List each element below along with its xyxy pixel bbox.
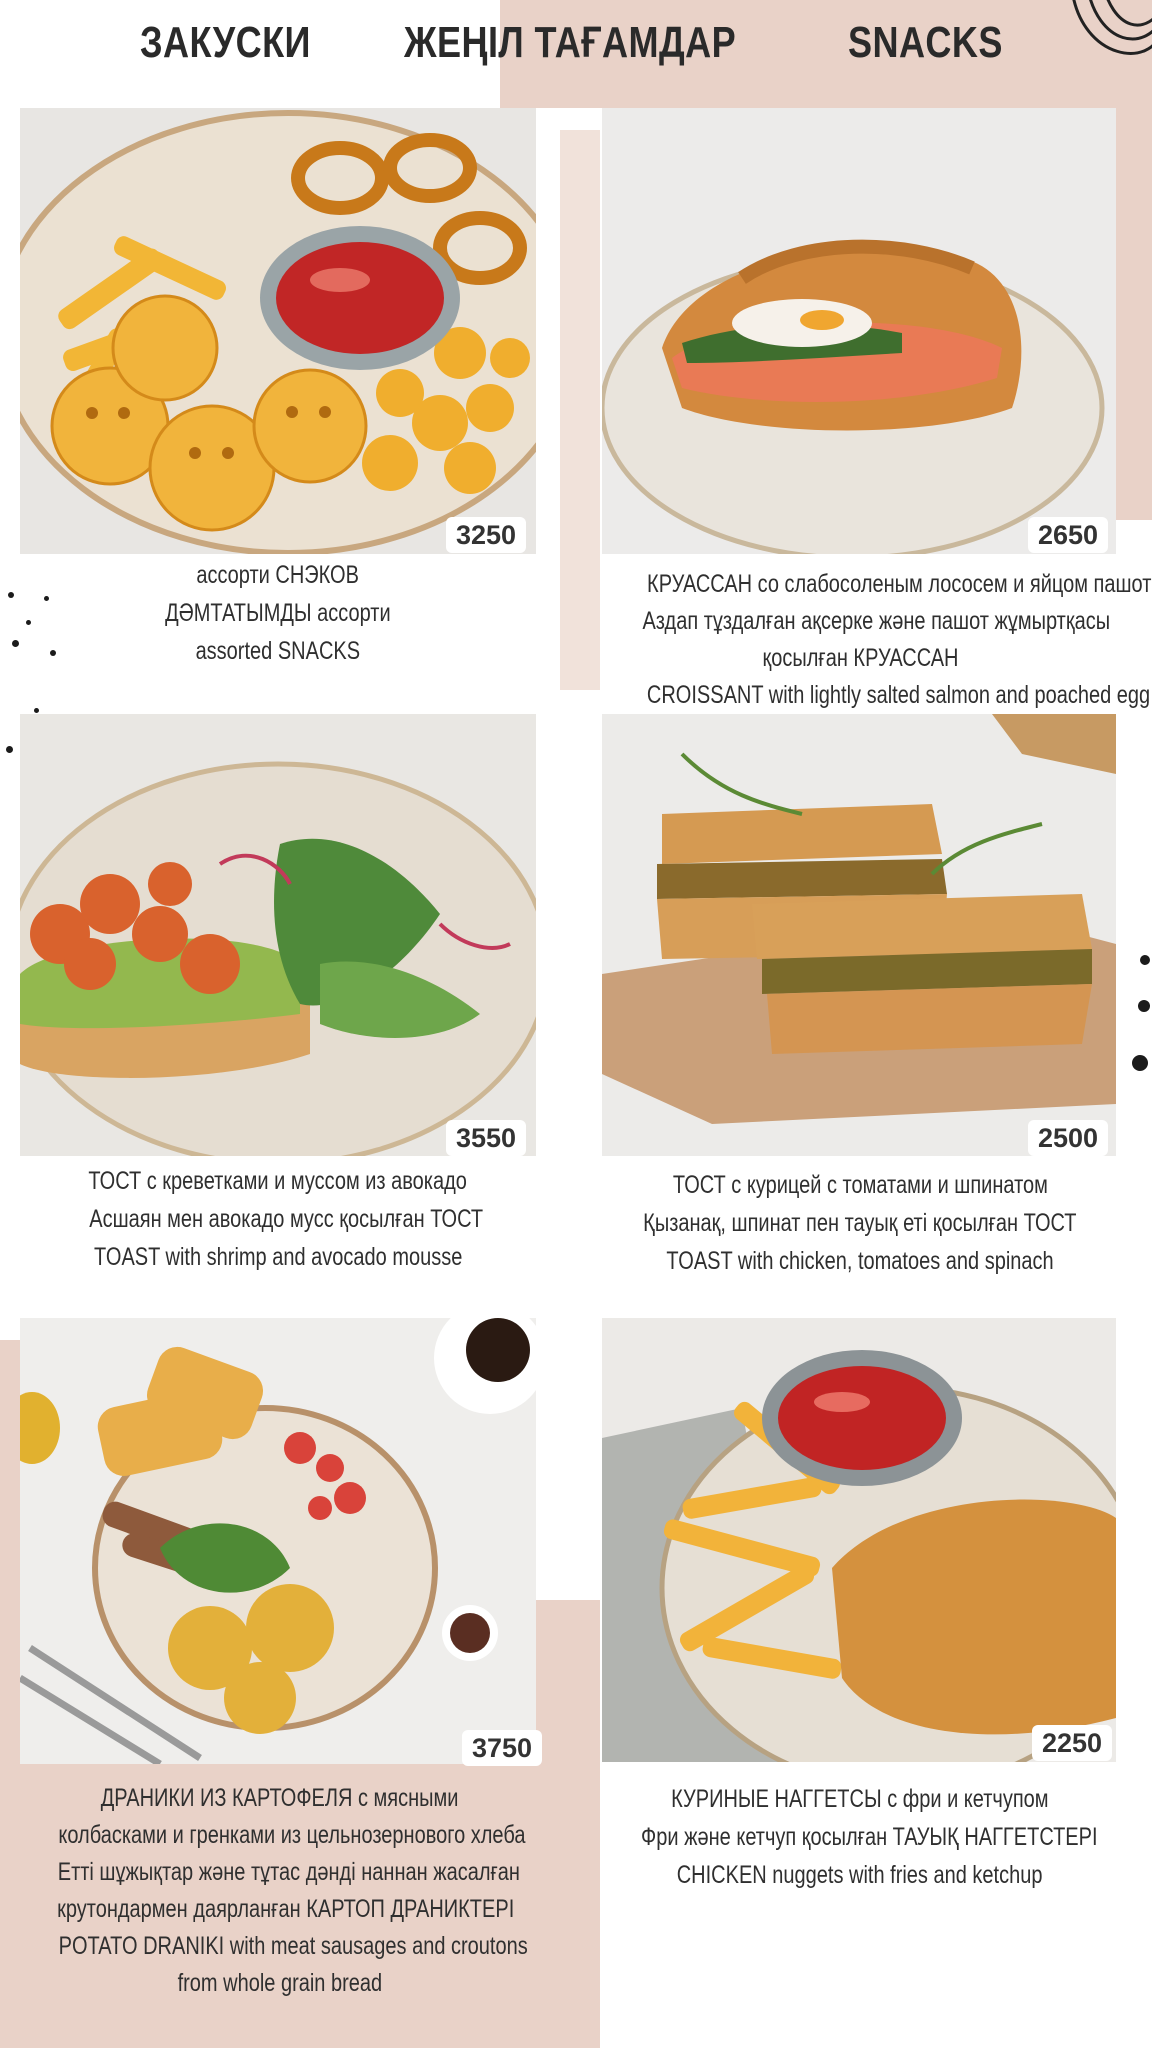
item-description: ТОСТ с курицей с томатами и шпинатом Қыз…: [584, 1166, 1136, 1280]
item-description: КУРИНЫЕ НАГГЕТСЫ с фри и кетчупом Фри жә…: [584, 1780, 1136, 1894]
photo-shrimp-toast: [20, 714, 536, 1156]
desc-line-kz: Қызанақ, шпинат пен тауық еті қосылған Т…: [643, 1209, 1077, 1237]
price-badge: 2650: [1028, 517, 1109, 553]
item-description: ДРАНИКИ ИЗ КАРТОФЕЛЯ с мясными колбаскам…: [0, 1780, 560, 2002]
desc-line-en: assorted SNACKS: [195, 637, 361, 665]
desc-line-en: CROISSANT with lightly salted salmon and…: [646, 681, 1151, 709]
desc-line-ru-2: колбасками и гренками из цельнозернового…: [58, 1821, 526, 1849]
desc-line-ru: КРУАССАН со слабосоленым лососем и яйцом…: [647, 570, 1152, 598]
title-ru: ЗАКУСКИ: [140, 18, 311, 67]
desc-line-ru: ТОСТ с курицей с томатами и шпинатом: [672, 1171, 1048, 1199]
desc-line-kz: ДӘМТАТЫМДЫ ассорти: [165, 599, 391, 627]
item-description: КРУАССАН со слабосоленым лососем и яйцом…: [584, 566, 1152, 714]
item-description: ассорти СНЭКОВ ДӘМТАТЫМДЫ ассорти assort…: [40, 556, 516, 670]
desc-line-kz: Фри және кетчуп қосылған ТАУЫҚ НАГГЕТСТЕ…: [641, 1823, 1098, 1851]
desc-line-kz: Етті шұжықтар және тұтас дәнді наннан жа…: [57, 1858, 520, 1886]
desc-line-kz-2: қосылған КРУАССАН: [761, 644, 958, 672]
desc-line-en: TOAST with chicken, tomatoes and spinach: [666, 1247, 1054, 1275]
decor-dot: [8, 592, 14, 598]
title-kz: ЖЕҢІЛ ТАҒАМДАР: [404, 18, 737, 67]
decor-dot: [1138, 1000, 1150, 1012]
desc-line-en: POTATO DRANIKI with meat sausages and cr…: [58, 1932, 528, 1960]
desc-line-ru: ДРАНИКИ ИЗ КАРТОФЕЛЯ с мясными: [101, 1784, 459, 1812]
desc-line-ru: КУРИНЫЕ НАГГЕТСЫ с фри и кетчупом: [671, 1785, 1049, 1813]
price-badge: 3750: [462, 1730, 543, 1766]
decor-dot: [34, 708, 39, 713]
desc-line-ru: ТОСТ с креветками и муссом из авокадо: [88, 1167, 468, 1195]
desc-line-kz: Асшаян мен авокадо мусс қосылған ТОСТ: [89, 1205, 484, 1233]
price-badge: 3250: [446, 517, 527, 553]
photo-chicken-nuggets: [602, 1318, 1116, 1762]
desc-line-en: TOAST with shrimp and avocado mousse: [93, 1243, 463, 1271]
decor-dot: [12, 640, 19, 647]
swirl-ornament-icon: [1072, 0, 1152, 55]
bg-right-strip: [1115, 100, 1152, 520]
desc-line-en-2: from whole grain bread: [177, 1969, 383, 1997]
decor-dot: [1140, 955, 1150, 965]
price-badge: 3550: [446, 1120, 527, 1156]
desc-line-kz: Аздап тұздалған ақсерке және пашот жұмыр…: [642, 607, 1111, 635]
photo-croissant: [602, 108, 1116, 554]
photo-potato-draniki: [20, 1318, 536, 1764]
decor-dot: [6, 746, 13, 753]
desc-line-en: CHICKEN nuggets with fries and ketchup: [677, 1861, 1043, 1889]
photo-chicken-toast: [602, 714, 1116, 1156]
photo-assorted-snacks: [20, 108, 536, 554]
decor-dot: [1132, 1055, 1148, 1071]
price-badge: 2500: [1028, 1120, 1109, 1156]
title-en: SNACKS: [848, 18, 1003, 67]
decor-dot: [26, 620, 31, 625]
desc-line-ru: ассорти СНЭКОВ: [196, 561, 360, 589]
item-description: ТОСТ с креветками и муссом из авокадо Ас…: [40, 1162, 516, 1276]
price-badge: 2250: [1032, 1725, 1113, 1761]
desc-line-kz-2: крутондармен даярланған КАРТОП ДРАНИКТЕР…: [57, 1895, 515, 1923]
page-header: ЗАКУСКИ ЖЕҢІЛ ТАҒАМДАР SNACKS: [0, 0, 1152, 100]
